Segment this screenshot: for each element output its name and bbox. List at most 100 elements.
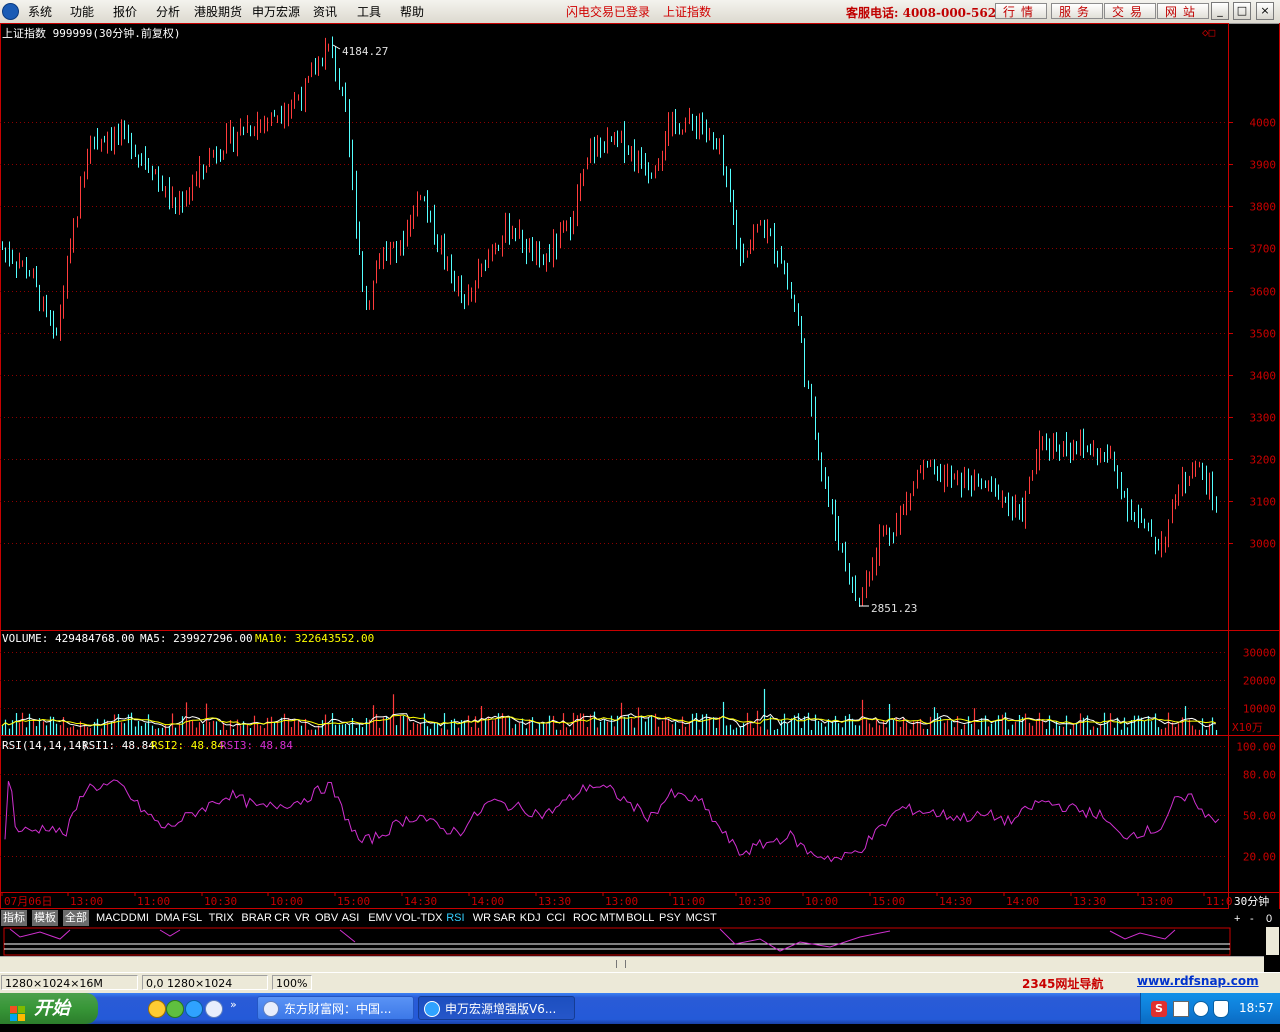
- time-tick-label: 10:30: [204, 895, 237, 908]
- volume-tick-label: 10000: [1243, 703, 1276, 716]
- menu-news[interactable]: 资讯: [313, 3, 337, 20]
- rsi-line: [4, 779, 1220, 863]
- tab-mcst[interactable]: MCST: [684, 910, 719, 926]
- minimize-button[interactable]: _: [1211, 2, 1229, 20]
- tab-dmi[interactable]: DMI: [127, 910, 151, 926]
- horizontal-scrollbar[interactable]: [0, 956, 1264, 972]
- rsi3-label: RSI3: 48.84: [220, 739, 293, 752]
- tab-emv[interactable]: EMV: [366, 910, 394, 926]
- rsi2-label: RSI2: 48.84: [151, 739, 224, 752]
- menu-help[interactable]: 帮助: [400, 3, 424, 20]
- menu-swhy[interactable]: 申万宏源: [252, 3, 300, 20]
- menu-analysis[interactable]: 分析: [156, 3, 180, 20]
- tab-boll[interactable]: BOLL: [624, 910, 656, 926]
- taskbar-item-browser[interactable]: 东方财富网：中国...: [257, 996, 414, 1020]
- time-tick-label: 13:00: [1140, 895, 1173, 908]
- rsi-axis: 100.00 80.00 50.00 20.00: [1236, 741, 1276, 864]
- windows-logo-icon: [10, 1001, 26, 1021]
- rsi-tick-label: 80.00: [1243, 769, 1276, 782]
- time-tick-label: 07月06日: [4, 895, 53, 908]
- time-tick-label: 15:00: [872, 895, 905, 908]
- market-button[interactable]: 行情: [995, 3, 1047, 19]
- tab-模板[interactable]: 模板: [32, 910, 58, 926]
- menu-tools[interactable]: 工具: [357, 3, 381, 20]
- price-tick-label: 3400: [1250, 370, 1277, 383]
- start-button[interactable]: 开始: [0, 993, 98, 1024]
- period-label[interactable]: 30分钟: [1234, 894, 1269, 908]
- taskbar-item-swhy[interactable]: 申万宏源增强版V6...: [418, 996, 575, 1020]
- tab-mtm[interactable]: MTM: [598, 910, 627, 926]
- ad-link-rdfsnap[interactable]: www.rdfsnap.com: [1137, 974, 1259, 988]
- sogou-ime-icon[interactable]: S: [1151, 1001, 1167, 1017]
- kline-chart[interactable]: 上证指数 999999(30分钟.前复权) ◇□ 4184.27 2851.23…: [0, 23, 1280, 911]
- volume-ma5-label: MA5: 239927296.00: [140, 632, 253, 645]
- security-shield-icon[interactable]: [1213, 1000, 1229, 1018]
- scroll-grip-icon[interactable]: [616, 960, 626, 968]
- service-button[interactable]: 服务: [1051, 3, 1103, 19]
- tab-brar[interactable]: BRAR: [239, 910, 274, 926]
- menu-hk-futures[interactable]: 港股期货: [194, 3, 242, 20]
- keyboard-icon[interactable]: [1173, 1001, 1189, 1017]
- tab-cci[interactable]: CCI: [544, 910, 567, 926]
- tab-指标[interactable]: 指标: [1, 910, 27, 926]
- rsi1-label: RSI1: 48.84: [82, 739, 155, 752]
- website-button[interactable]: 网站: [1157, 3, 1209, 19]
- ad-link-2345[interactable]: 2345网址导航: [1022, 975, 1103, 992]
- volume-tick-label: 20000: [1243, 675, 1276, 688]
- resolution-field: 1280×1024×16M: [1, 975, 138, 990]
- tab-psy[interactable]: PSY: [657, 910, 683, 926]
- price-tick-label: 3500: [1250, 328, 1277, 341]
- tab-trix[interactable]: TRIX: [207, 910, 236, 926]
- reset-button[interactable]: 0: [1264, 911, 1274, 927]
- system-tray: S 18:57: [1140, 993, 1280, 1024]
- volume-axis: 30000 20000 10000: [1243, 647, 1276, 716]
- tab-kdj[interactable]: KDJ: [518, 910, 543, 926]
- tab-roc[interactable]: ROC: [571, 910, 599, 926]
- menu-system[interactable]: 系统: [28, 3, 52, 20]
- tab-cr[interactable]: CR: [272, 910, 292, 926]
- quicklaunch-browser-icon[interactable]: [166, 1000, 184, 1018]
- time-tick-label: 14:30: [939, 895, 972, 908]
- tab-obv[interactable]: OBV: [313, 910, 340, 926]
- volume-ma10-line: [1, 714, 1216, 727]
- trade-button[interactable]: 交易: [1104, 3, 1156, 19]
- time-tick-label: 13:30: [538, 895, 571, 908]
- quicklaunch-chrome-icon[interactable]: [205, 1000, 223, 1018]
- menu-quote[interactable]: 报价: [113, 3, 137, 20]
- time-tick-label: 10:30: [738, 895, 771, 908]
- tab-rsi[interactable]: RSI: [444, 910, 466, 926]
- price-tick-label: 3700: [1250, 243, 1277, 256]
- quicklaunch-app-icon[interactable]: [148, 1000, 166, 1018]
- tab-vr[interactable]: VR: [293, 910, 312, 926]
- tab-全部[interactable]: 全部: [63, 910, 89, 926]
- volume-ma-lines: [1, 713, 1216, 728]
- close-button[interactable]: ×: [1256, 2, 1274, 20]
- swhy-tray-icon[interactable]: [1193, 1001, 1209, 1017]
- tab-dma[interactable]: DMA: [153, 910, 181, 926]
- tab-vol-tdx[interactable]: VOL-TDX: [393, 910, 445, 926]
- quicklaunch-more-icon[interactable]: »: [230, 998, 237, 1011]
- high-arrow-icon: [332, 44, 341, 50]
- volume-tick-label: 30000: [1243, 647, 1276, 660]
- zoom-out-button[interactable]: -: [1248, 911, 1256, 927]
- quicklaunch-ie-icon[interactable]: [185, 1000, 203, 1018]
- chart-title: 上证指数 999999(30分钟.前复权): [2, 26, 180, 40]
- rsi-label: RSI(14,14,14): [2, 739, 88, 752]
- tab-macd[interactable]: MACD: [94, 910, 130, 926]
- chart-corner-marks[interactable]: ◇□: [1202, 26, 1216, 39]
- app-logo-icon[interactable]: [2, 3, 19, 20]
- tab-asi[interactable]: ASI: [340, 910, 362, 926]
- tab-sar[interactable]: SAR: [491, 910, 518, 926]
- time-tick-label: 13:00: [605, 895, 638, 908]
- price-tick-label: 4000: [1250, 117, 1277, 130]
- tab-fsl[interactable]: FSL: [180, 910, 204, 926]
- browser-task-icon: [263, 1001, 279, 1017]
- tab-wr[interactable]: WR: [471, 910, 493, 926]
- price-tick-label: 3600: [1250, 286, 1277, 299]
- vertical-scrollbar[interactable]: [1266, 927, 1279, 955]
- menu-function[interactable]: 功能: [70, 3, 94, 20]
- time-tick-label: 13:00: [70, 895, 103, 908]
- restore-button[interactable]: □: [1233, 2, 1251, 20]
- price-tick-label: 3100: [1250, 496, 1277, 509]
- zoom-in-button[interactable]: +: [1232, 911, 1242, 927]
